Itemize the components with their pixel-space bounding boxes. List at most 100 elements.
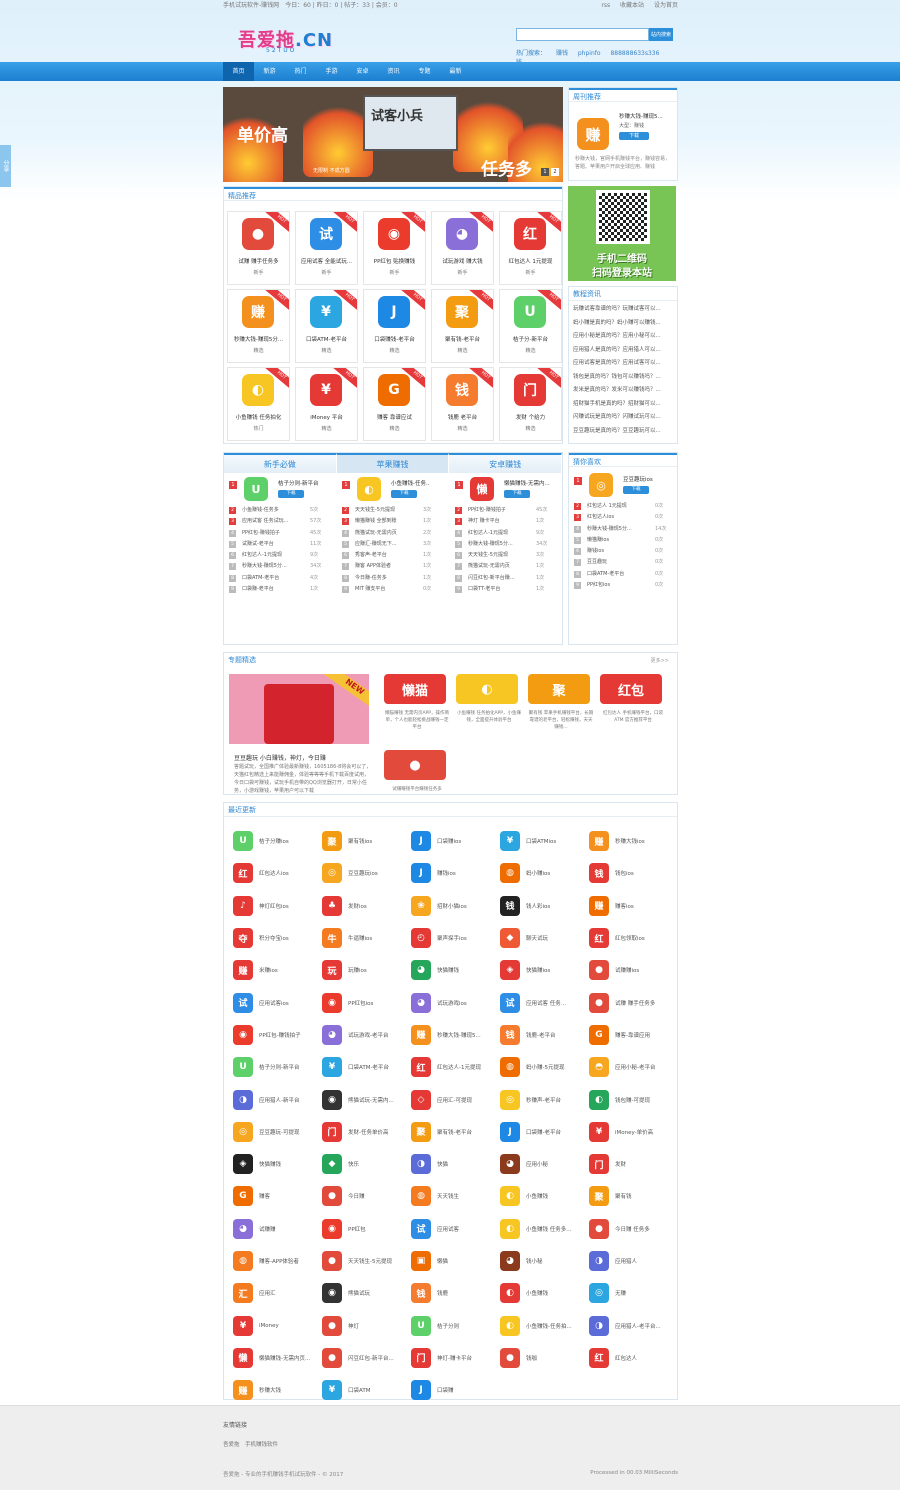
recent-app-item[interactable]: 赚秒赚大钱-赚现5... xyxy=(411,1019,500,1051)
purple-monster-icon[interactable]: ◕ xyxy=(446,218,478,250)
recent-app-item[interactable]: 试应用试客 xyxy=(411,1213,500,1245)
recent-app-item[interactable]: J 口袋赚 xyxy=(411,1374,500,1406)
recent-app-item[interactable]: U 桔子分赚ios xyxy=(233,825,322,857)
rank-item[interactable]: 8 今日赚-任务多 1次 xyxy=(337,573,447,584)
app-name[interactable]: 红包达人 1元提现 xyxy=(502,257,559,265)
news-item[interactable]: 豆豆趣玩是真的吗？豆豆趣玩可以... xyxy=(573,425,673,439)
koudai-icon[interactable]: J xyxy=(378,296,410,328)
app-icon[interactable]: 聚 xyxy=(411,1121,431,1142)
app-name[interactable]: 聊天试玩 xyxy=(526,934,584,942)
app-name[interactable]: 熊猫试玩 xyxy=(348,1289,406,1297)
rank-item-name[interactable]: 口袋ATM-老平台 xyxy=(587,569,655,580)
app-name[interactable]: 钱鹿 老平台 xyxy=(434,413,491,421)
app-name[interactable]: 红包达人 xyxy=(615,1354,673,1362)
orange-u-icon[interactable]: U xyxy=(244,477,268,501)
rank-item[interactable]: 4 熊猫试玩-无需内页 2次 xyxy=(337,528,447,539)
app-icon[interactable]: ◕ xyxy=(233,1218,253,1239)
app-name[interactable]: 钱咖 xyxy=(526,1354,584,1362)
recent-app-item[interactable]: J 口袋赚ios xyxy=(411,825,500,857)
lanmao-icon[interactable]: 懒 xyxy=(470,477,494,501)
rank-item[interactable]: 3 应用试客 任务试玩... 57次 xyxy=(224,516,334,527)
app-name[interactable]: 小鱼赚钱 任务多... xyxy=(526,1225,584,1233)
app-name[interactable]: 应用猎人-新平台 xyxy=(259,1096,317,1104)
site-logo[interactable]: 吾爱拖.CN 52TUO xyxy=(228,24,368,58)
app-name[interactable]: 试玩游戏-老平台 xyxy=(348,1031,406,1039)
app-icon[interactable]: ◆ xyxy=(322,1154,342,1175)
recent-app-item[interactable]: J 赚钱ios xyxy=(411,857,500,889)
rank-item[interactable]: 6 红包达人-1元提现 9次 xyxy=(224,550,334,561)
recent-app-item[interactable]: ◉ 熊猫试玩 xyxy=(322,1277,411,1309)
rank-item[interactable]: 2 天天钱生-5元提现 3次 xyxy=(337,505,447,516)
recent-app-item[interactable]: ◕ 快猫赚钱 xyxy=(411,954,500,986)
recent-app-item[interactable]: ◕ 试玩游戏ios xyxy=(411,986,500,1018)
recent-app-item[interactable]: ♣ 发财ios xyxy=(322,890,411,922)
topic-item[interactable]: 红包 红包达人 手机赚钱平台，口袋ATM 官方推荐平台 xyxy=(600,674,672,742)
rank-item-name[interactable]: 闪豆红包-新平台赚... xyxy=(468,573,536,584)
app-name[interactable]: 桔子分则-新平台 xyxy=(278,479,319,487)
app-name[interactable]: iMoney xyxy=(259,1323,317,1329)
recent-app-item[interactable]: ◑ 应用猎人-老平台... xyxy=(589,1309,678,1341)
app-icon[interactable]: ◉ xyxy=(322,992,342,1013)
app-icon[interactable]: 试 xyxy=(233,992,253,1013)
rank-item[interactable]: 7 豆豆趣玩 0次 xyxy=(569,557,679,568)
app-name[interactable]: 快猫赚ios xyxy=(526,966,584,974)
app-icon[interactable]: 红 xyxy=(411,1057,431,1078)
app-card[interactable]: ● HOT 试赚 赚手任务多 新手 xyxy=(227,211,290,285)
app-icon[interactable]: 红 xyxy=(589,1347,609,1368)
bookmark-link[interactable]: 收藏本站 xyxy=(620,2,644,9)
imoney-icon[interactable]: ¥ xyxy=(310,374,342,406)
app-name[interactable]: 发财-任务单价高 xyxy=(348,1128,406,1136)
recent-app-item[interactable]: ◕ 试赚赚 xyxy=(233,1213,322,1245)
recent-app-item[interactable]: 红红包达人-1元提现 xyxy=(411,1051,500,1083)
fish-icon[interactable]: ◐ xyxy=(357,477,381,501)
app-name[interactable]: 应用猎人 xyxy=(615,1257,673,1265)
app-name[interactable]: 赚客 xyxy=(259,1192,317,1200)
recent-app-item[interactable]: ◓ 应用小秘-老平台 xyxy=(589,1051,678,1083)
rank-item[interactable]: 7 赚客 APP体验者 1次 xyxy=(337,561,447,572)
app-name[interactable]: 试玩游戏 赚大钱 xyxy=(434,257,491,265)
app-name[interactable]: 试赚赚ios xyxy=(615,966,673,974)
app-icon[interactable]: ● xyxy=(322,1251,342,1271)
app-name[interactable]: 熊猫试玩-无需内... xyxy=(348,1096,406,1104)
app-name[interactable]: 小鱼赚钱 xyxy=(526,1192,584,1200)
app-name[interactable]: 蚂小赚ios xyxy=(526,869,584,877)
app-icon[interactable]: ¥ xyxy=(322,1057,342,1078)
app-name[interactable]: 试玩游戏ios xyxy=(437,999,495,1007)
app-card[interactable]: 红 HOT 红包达人 1元提现 新手 xyxy=(499,211,562,285)
hat-icon[interactable]: ● xyxy=(242,218,274,250)
app-name[interactable]: 小鱼赚钱 任务拍化 xyxy=(230,413,287,421)
app-name[interactable]: 钱鹿-老平台 xyxy=(526,1031,584,1039)
app-icon[interactable]: G xyxy=(589,1024,609,1045)
app-name[interactable]: 豆豆趣玩ios xyxy=(623,475,653,483)
app-icon[interactable]: ● xyxy=(322,1186,342,1207)
app-name[interactable]: 赚客ios xyxy=(615,902,673,910)
app-name[interactable]: 天天钱生-5元提现 xyxy=(348,1257,406,1265)
app-card[interactable]: ◉ HOT PP红包 贴换赚钱 新手 xyxy=(363,211,426,285)
rank-item[interactable]: 7 秒赚大钱-赚现5分... 34次 xyxy=(224,561,334,572)
app-icon[interactable]: ◑ xyxy=(411,1154,431,1175)
app-icon[interactable]: ❀ xyxy=(411,895,431,916)
rank-item[interactable]: 9 口袋TT-老平台 1次 xyxy=(450,584,560,595)
app-name[interactable]: 发财 xyxy=(615,1160,673,1168)
recent-app-item[interactable]: 懒懒猫赚钱-无需内页... xyxy=(233,1342,322,1374)
app-name[interactable]: 快猫赚钱 xyxy=(437,966,495,974)
recent-app-item[interactable]: ● 今日赚 任务多 xyxy=(589,1213,678,1245)
app-icon[interactable]: ◍ xyxy=(233,1251,253,1271)
download-button[interactable]: 下载 xyxy=(619,132,649,140)
rank-item[interactable]: 7 熊猫试玩-无需内页 1次 xyxy=(450,561,560,572)
app-icon[interactable]: ◈ xyxy=(500,960,520,981)
app-icon[interactable]: 汇 xyxy=(233,1283,253,1304)
recent-app-item[interactable]: 试应用试客 任务... xyxy=(500,986,589,1018)
app-icon[interactable]: 钱 xyxy=(589,863,609,884)
app-icon[interactable]: ◉ xyxy=(233,1024,253,1045)
banner-page-2[interactable]: 2 xyxy=(551,168,559,176)
recent-app-item[interactable]: J 口袋赚-老平台 xyxy=(500,1116,589,1148)
share-side-tab[interactable]: 分享 xyxy=(0,145,11,187)
app-icon[interactable]: ◑ xyxy=(589,1315,609,1336)
app-name[interactable]: 招财小猫ios xyxy=(437,902,495,910)
rank-item[interactable]: 5 秒赚大钱-赚现5分... 34次 xyxy=(450,539,560,550)
rank-item-name[interactable]: 懒猫赚ios xyxy=(587,535,655,546)
app-name[interactable]: 小鱼赚钱-任务拍... xyxy=(526,1322,584,1330)
more-link[interactable]: 更多>> xyxy=(651,657,669,664)
rank-item[interactable]: 9 口袋赚-老平台 1次 xyxy=(224,584,334,595)
